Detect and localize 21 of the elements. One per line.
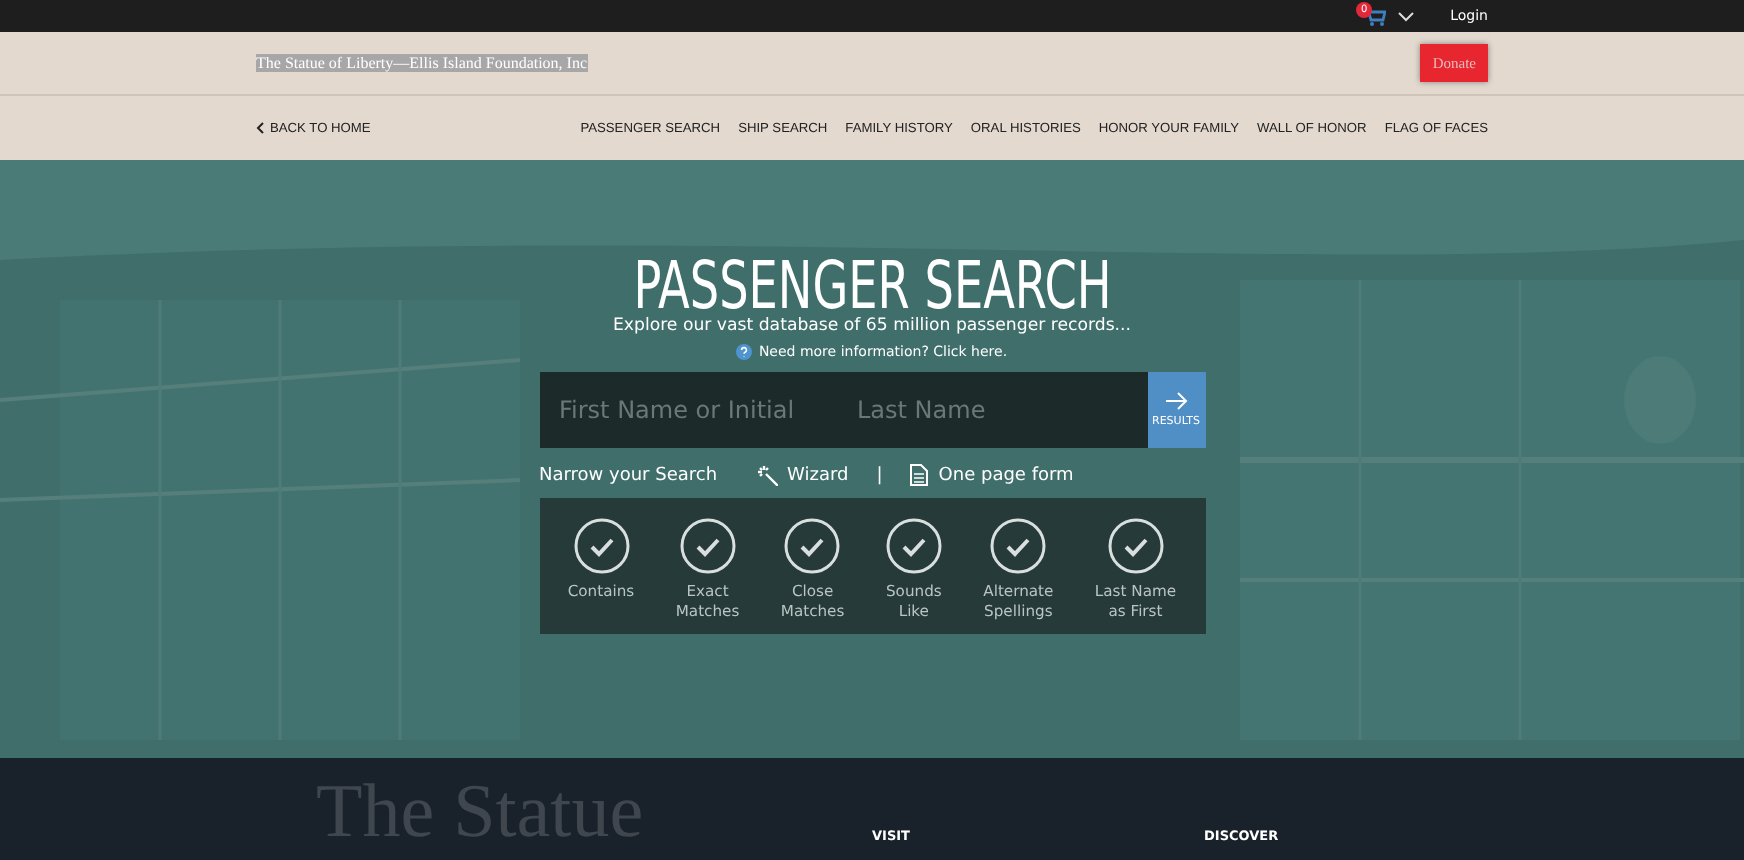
narrow-search-label: Narrow your Search — [539, 465, 718, 485]
wizard-link[interactable]: Wizard — [757, 465, 849, 485]
check-circle-icon — [885, 518, 942, 574]
first-name-field[interactable]: First Name or Initial — [555, 394, 833, 426]
check-circle-icon — [573, 518, 629, 574]
chevron-left-icon — [256, 122, 264, 134]
page-title: PASSENGER SEARCH — [632, 252, 1112, 320]
cart-icon[interactable] — [1364, 7, 1387, 25]
magic-wand-icon — [757, 465, 778, 485]
arrow-right-icon — [1165, 392, 1187, 410]
one-page-form-link[interactable]: One page form — [910, 464, 1074, 486]
check-circle-icon — [784, 518, 841, 574]
check-circle-icon — [990, 518, 1047, 574]
separator: | — [876, 465, 883, 485]
subtitle: Explore our vast database of 65 million passenger records... — [612, 316, 1132, 336]
last-name-field[interactable]: Last Name — [853, 394, 1131, 426]
check-circle-icon — [1107, 518, 1164, 574]
check-circle-icon — [679, 518, 736, 574]
chevron-down-icon[interactable] — [1398, 11, 1415, 21]
document-icon — [910, 464, 929, 486]
help-icon — [736, 344, 753, 360]
